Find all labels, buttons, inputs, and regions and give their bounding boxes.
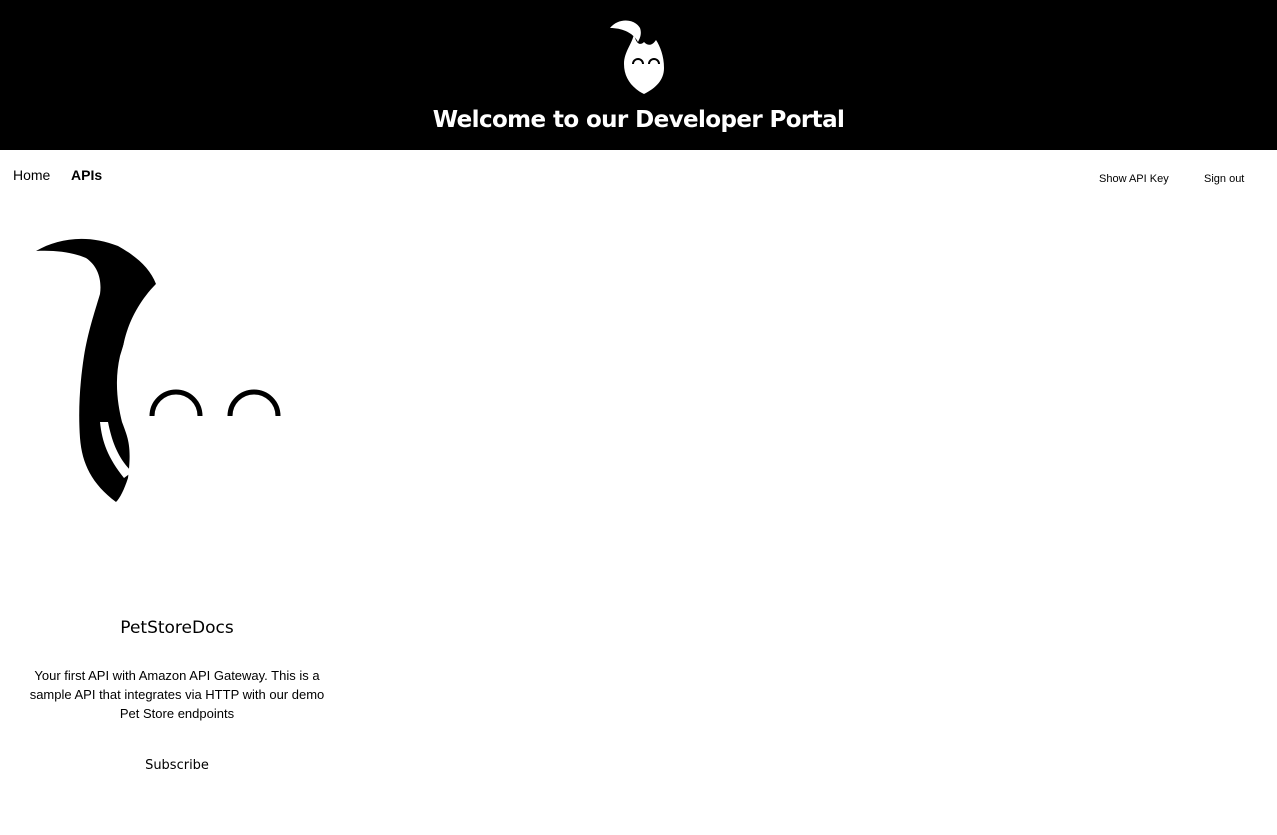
site-header: Welcome to our Developer Portal [0, 0, 1277, 150]
show-api-key-link[interactable]: Show API Key [1099, 172, 1169, 186]
nav-home-link[interactable]: Home [13, 166, 50, 184]
api-card-description: Your first API with Amazon API Gateway. … [29, 668, 325, 721]
mascot-image-icon [36, 238, 281, 502]
api-card: PetStoreDocs Your first API with Amazon … [22, 224, 332, 794]
sign-out-link[interactable]: Sign out [1204, 172, 1244, 186]
mascot-logo-icon [610, 20, 664, 94]
nav-apis-link[interactable]: APIs [71, 166, 102, 184]
top-nav: Home APIs Show API Key Sign out [0, 150, 1277, 198]
page-title: Welcome to our Developer Portal [432, 107, 845, 133]
api-card-title: PetStoreDocs [120, 618, 234, 638]
subscribe-button[interactable]: Subscribe [127, 757, 227, 775]
